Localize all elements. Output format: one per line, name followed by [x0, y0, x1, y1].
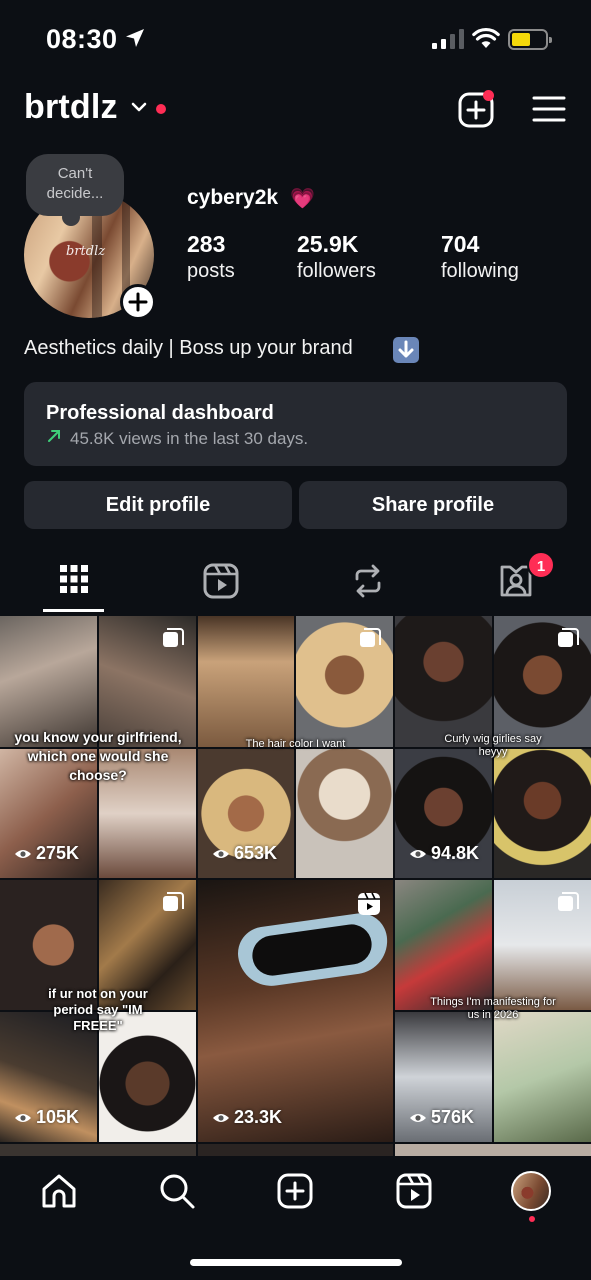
- post-tile[interactable]: 23.3K: [198, 880, 393, 1142]
- trend-up-icon: [48, 430, 60, 442]
- note-line-2: decide...: [46, 185, 104, 202]
- chevron-down-icon[interactable]: [130, 100, 148, 114]
- post-tile[interactable]: [0, 1144, 196, 1156]
- profile-notification-dot: [529, 1216, 535, 1222]
- create-notification-dot: [483, 90, 494, 101]
- view-count-value: 576K: [431, 1107, 475, 1127]
- dashboard-subtitle: 45.8K views in the last 30 days.: [70, 429, 309, 448]
- post-image: [198, 616, 294, 747]
- post-tile[interactable]: The hair color I want 653K: [198, 616, 393, 878]
- view-count: 275K: [14, 843, 79, 864]
- post-image: [395, 880, 492, 1010]
- carousel-icon: [558, 892, 579, 911]
- post-caption: The hair color I want: [245, 738, 346, 750]
- post-caption: Curly wig girlies say heyyy: [444, 733, 542, 758]
- view-count-value: 105K: [36, 1107, 80, 1127]
- post-tile[interactable]: if ur not on your period say "IM FREEE" …: [0, 880, 196, 1142]
- post-tile[interactable]: [395, 1144, 591, 1156]
- battery-icon: [508, 29, 552, 50]
- share-profile-button[interactable]: Share profile: [299, 481, 567, 529]
- view-count: 105K: [14, 1107, 79, 1128]
- wifi-icon: [472, 27, 500, 48]
- account-notification-dot: [156, 104, 166, 114]
- carousel-icon: [360, 628, 381, 647]
- home-icon[interactable]: [40, 1172, 78, 1210]
- posts-grid: you know your girlfriend, which one woul…: [0, 616, 591, 1156]
- account-username[interactable]: brtdlz: [24, 88, 118, 127]
- reels-icon[interactable]: [395, 1172, 433, 1210]
- search-icon[interactable]: [158, 1172, 196, 1210]
- view-count: 576K: [409, 1107, 474, 1128]
- post-caption: Things I'm manifesting for us in 2026: [430, 996, 556, 1021]
- create-icon[interactable]: [276, 1172, 314, 1210]
- tab-reposts[interactable]: [337, 558, 399, 610]
- active-tab-indicator: [43, 609, 104, 612]
- post-tile[interactable]: you know your girlfriend, which one woul…: [0, 616, 196, 878]
- post-image: [494, 1012, 591, 1142]
- signal-icon: [432, 29, 464, 49]
- eye-icon: [15, 850, 31, 858]
- post-image: [296, 749, 393, 878]
- clock: 08:30: [46, 24, 118, 54]
- eye-icon: [410, 850, 426, 858]
- down-arrow-emoji: [393, 337, 419, 363]
- edit-profile-button[interactable]: Edit profile: [24, 481, 292, 529]
- post-tile[interactable]: Curly wig girlies say heyyy 94.8K: [395, 616, 591, 878]
- reels-icon: [203, 563, 239, 599]
- home-indicator: [190, 1259, 402, 1266]
- plus-icon: [128, 292, 148, 312]
- post-image: [494, 749, 591, 878]
- posts-label[interactable]: posts: [187, 260, 235, 283]
- note-bubble[interactable]: Can't decide...: [26, 154, 124, 226]
- view-count: 94.8K: [409, 843, 479, 864]
- grid-icon: [60, 565, 88, 593]
- post-tile[interactable]: Things I'm manifesting for us in 2026 57…: [395, 880, 591, 1142]
- avatar-logo-text: brtdlz: [66, 244, 106, 259]
- followers-count[interactable]: 25.9K: [297, 231, 358, 258]
- view-count-value: 94.8K: [431, 843, 480, 863]
- carousel-icon: [163, 892, 184, 911]
- view-count: 23.3K: [212, 1107, 282, 1128]
- view-count: 653K: [212, 843, 277, 864]
- note-line-1: Can't: [57, 165, 93, 182]
- following-label[interactable]: following: [441, 260, 519, 283]
- view-count-value: 23.3K: [234, 1107, 283, 1127]
- carousel-icon: [163, 628, 184, 647]
- eye-icon: [410, 1114, 426, 1122]
- reels-icon: [358, 892, 380, 915]
- eye-icon: [213, 1114, 229, 1122]
- eye-icon: [15, 1114, 31, 1122]
- tagged-count-badge: 1: [527, 551, 555, 579]
- display-name: cybery2k: [187, 186, 279, 209]
- post-image: [395, 616, 492, 747]
- post-tile[interactable]: [198, 1144, 393, 1156]
- reposts-icon: [355, 564, 381, 598]
- posts-count[interactable]: 283: [187, 231, 225, 258]
- add-story-button[interactable]: [120, 284, 156, 320]
- tab-reels[interactable]: [190, 558, 252, 610]
- eye-icon: [213, 850, 229, 858]
- post-caption: if ur not on your period say "IM FREEE": [48, 986, 148, 1033]
- bio-text: Aesthetics daily | Boss up your brand: [24, 337, 353, 359]
- carousel-icon: [558, 628, 579, 647]
- dashboard-title: Professional dashboard: [46, 402, 274, 424]
- profile-avatar[interactable]: [511, 1171, 551, 1211]
- status-bar: 08:30: [0, 0, 591, 80]
- menu-icon[interactable]: [532, 95, 566, 123]
- post-caption: you know your girlfriend, which one woul…: [14, 729, 182, 783]
- heart-emoji: 💗: [290, 188, 315, 210]
- view-count-value: 653K: [234, 843, 278, 863]
- following-count[interactable]: 704: [441, 231, 479, 258]
- followers-label[interactable]: followers: [297, 260, 376, 283]
- professional-dashboard-card[interactable]: Professional dashboard 45.8K views in th…: [24, 382, 567, 466]
- view-count-value: 275K: [36, 843, 80, 863]
- location-arrow-icon: [126, 29, 144, 47]
- tab-grid[interactable]: [43, 558, 105, 610]
